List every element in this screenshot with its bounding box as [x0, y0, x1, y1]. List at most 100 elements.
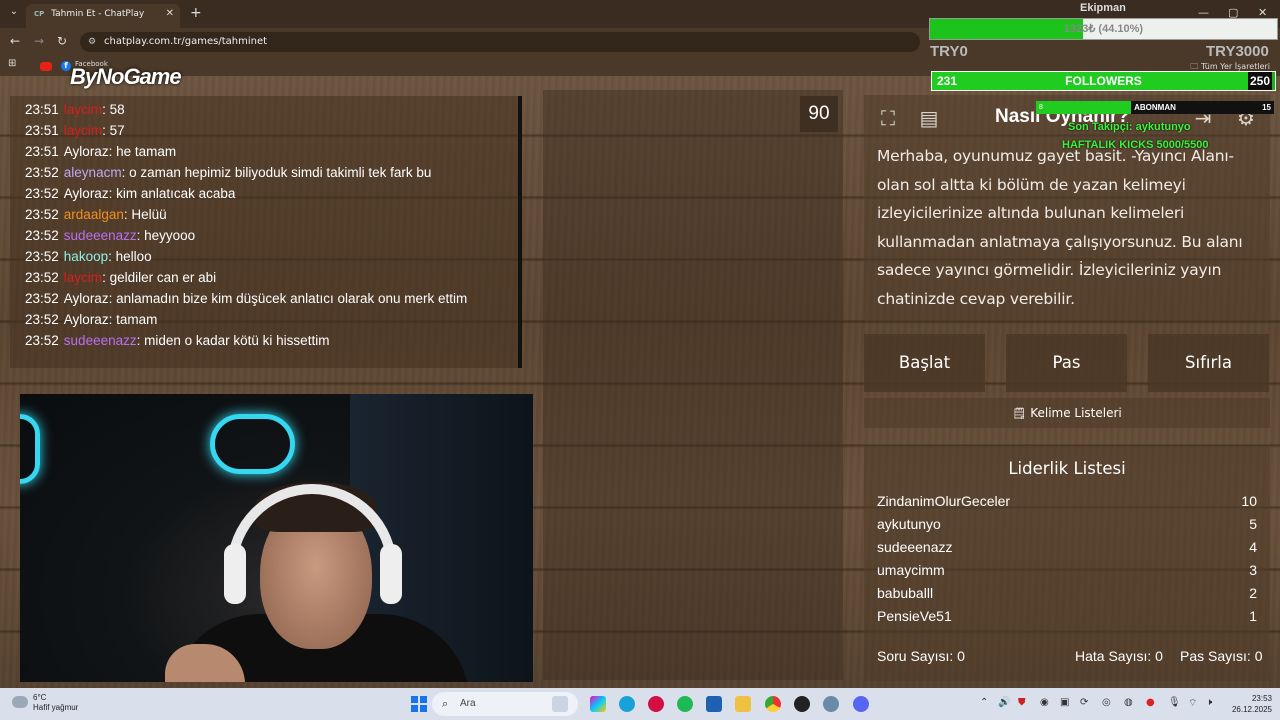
- leaderboard-row: ZindanimOlurGeceler 10: [877, 493, 1257, 515]
- store-icon[interactable]: [706, 696, 722, 712]
- leaderboard-row: babuballl 2: [877, 585, 1257, 607]
- chat-text: : heyyooo: [136, 228, 196, 243]
- tab-tahmin-et[interactable]: CP Tahmin Et - ChatPlay ✕: [26, 4, 180, 28]
- url-field[interactable]: ⚙ chatplay.com.tr/games/tahminet: [80, 32, 920, 52]
- neon-light-right: [210, 414, 295, 474]
- steam-tray-icon[interactable]: ◎: [1102, 697, 1111, 708]
- all-bookmarks-label: Tüm Yer İşaretleri: [1200, 62, 1270, 71]
- chat-message: 23:52 laycim: geldiler can er abi: [25, 267, 518, 288]
- weekly-kicks: HAFTALIK KICKS 5000/5500: [1062, 139, 1209, 151]
- spotify-icon[interactable]: [677, 696, 693, 712]
- chat-username[interactable]: ardaalgan: [64, 207, 124, 222]
- leaderboard-score: 10: [1241, 493, 1257, 509]
- donation-goal-min: TRY0: [930, 43, 968, 60]
- record-tray-icon[interactable]: ●: [1146, 697, 1155, 708]
- widgets-icon[interactable]: [552, 696, 568, 712]
- start-tile: [420, 705, 427, 712]
- folder-icon: 🗀: [1190, 62, 1201, 71]
- shield-tray-icon[interactable]: ⛊: [1018, 697, 1026, 708]
- webcam-feed: [20, 394, 533, 682]
- tab-search-icon[interactable]: ⌄: [6, 6, 22, 22]
- chat-message: 23:51 laycim: 58: [25, 99, 518, 120]
- leaderboard-row: sudeeenazz 4: [877, 539, 1257, 561]
- start-tile: [411, 705, 418, 712]
- reload-icon[interactable]: ↻: [57, 34, 67, 48]
- back-icon[interactable]: ←: [10, 34, 20, 48]
- last-follower: Son Takipçi: aykutunyo: [1068, 121, 1191, 133]
- word-lists-button[interactable]: 🗒 Kelime Listeleri: [864, 398, 1270, 428]
- copilot-icon[interactable]: [590, 696, 606, 712]
- chat-text: : he tamam: [108, 144, 177, 159]
- network-tray-icon[interactable]: ⌔: [1188, 697, 1197, 710]
- chat-username[interactable]: sudeeenazz: [64, 333, 137, 348]
- chat-username[interactable]: Ayloraz: [64, 144, 109, 159]
- leaderboard-score: 3: [1249, 562, 1257, 578]
- leaderboard-row: PensieVe51 1: [877, 608, 1257, 630]
- chat-time: 23:52: [25, 312, 59, 327]
- search-icon: ⌕: [442, 698, 449, 710]
- chat-time: 23:52: [25, 270, 59, 285]
- chat-text: : geldiler can er abi: [102, 270, 217, 285]
- discord-icon[interactable]: [853, 696, 869, 712]
- chat-time: 23:52: [25, 333, 59, 348]
- chat-time: 23:51: [25, 102, 59, 117]
- chat-username[interactable]: Ayloraz: [64, 186, 109, 201]
- subscriber-goal-bar: 8 ABONMAN 15: [1036, 101, 1274, 114]
- chat-username[interactable]: aleynacm: [64, 165, 122, 180]
- clock-date: 26.12.2025: [1231, 705, 1272, 714]
- donation-goal-bar: 1323₺ (44.10%): [929, 18, 1278, 40]
- subscriber-label: ABONMAN: [1134, 103, 1176, 112]
- reset-button[interactable]: Sıfırla: [1148, 334, 1269, 392]
- edge-icon[interactable]: [619, 696, 635, 712]
- weather-widget[interactable]: 6°C Hafif yağmur: [33, 693, 78, 713]
- followers-label: FOLLOWERS: [1065, 74, 1142, 88]
- chrome-icon[interactable]: [765, 696, 781, 712]
- youtube-icon[interactable]: [40, 62, 52, 71]
- chat-message: 23:52 Ayloraz: kim anlatıcak acaba: [25, 183, 518, 204]
- microphone-tray-icon[interactable]: 🎙: [1168, 697, 1181, 708]
- chat-username[interactable]: sudeeenazz: [64, 228, 137, 243]
- app-tray-icon-2[interactable]: ▣: [1060, 697, 1069, 708]
- chat-text: : helloo: [108, 249, 152, 264]
- fullscreen-icon[interactable]: ⛶: [873, 103, 903, 133]
- chat-message: 23:51 Ayloraz: he tamam: [25, 141, 518, 162]
- tab-title: Tahmin Et - ChatPlay: [51, 9, 145, 19]
- start-button[interactable]: Başlat: [864, 334, 985, 392]
- pass-button[interactable]: Pas: [1006, 334, 1127, 392]
- donation-goal-label: Ekipman: [1080, 2, 1126, 14]
- volume-tray-icon[interactable]: 🕨: [1206, 697, 1212, 708]
- leaderboard-score: 2: [1249, 585, 1257, 601]
- chat-username[interactable]: laycim: [64, 270, 102, 285]
- close-tab-icon[interactable]: ✕: [166, 4, 174, 24]
- leaderboard-score: 5: [1249, 516, 1257, 532]
- new-tab-icon[interactable]: +: [190, 5, 202, 21]
- chat-message: 23:52 ardaalgan: Helüü: [25, 204, 518, 225]
- chat-username[interactable]: laycim: [64, 102, 102, 117]
- chat-username[interactable]: hakoop: [64, 249, 108, 264]
- chat-text: : tamam: [108, 312, 158, 327]
- settings-icon[interactable]: [823, 696, 839, 712]
- chat-username[interactable]: Ayloraz: [64, 291, 109, 306]
- chat-username[interactable]: laycim: [64, 123, 102, 138]
- how-to-play-text: Merhaba, oyunumuz gayet basit. -Yayıncı …: [877, 147, 1243, 308]
- site-info-icon[interactable]: ⚙: [88, 32, 96, 52]
- chat-text: : miden o kadar kötü ki hissettim: [136, 333, 330, 348]
- obs-icon[interactable]: [794, 696, 810, 712]
- forward-icon[interactable]: →: [34, 34, 44, 48]
- tray-expand-icon[interactable]: ⌃: [980, 697, 988, 708]
- weather-cloud-icon[interactable]: [12, 696, 28, 708]
- notes-icon[interactable]: ▤: [914, 103, 944, 133]
- chat-username[interactable]: Ayloraz: [64, 312, 109, 327]
- bynogame-logo: ByNoGame: [70, 64, 182, 89]
- sync-tray-icon[interactable]: ⟳: [1080, 697, 1088, 708]
- pass-count: Pas Sayısı: 0: [1180, 648, 1263, 664]
- clock[interactable]: 23:53 26.12.2025: [1228, 693, 1272, 715]
- media-player-icon[interactable]: [648, 696, 664, 712]
- file-explorer-icon[interactable]: [735, 696, 751, 712]
- leaderboard-name: sudeeenazz: [877, 539, 953, 555]
- windows-start-icon[interactable]: [411, 696, 427, 712]
- apps-grid-icon[interactable]: ⊞: [8, 58, 16, 69]
- app-tray-icon-3[interactable]: ◍: [1124, 697, 1133, 708]
- speaker-tray-icon[interactable]: 🔊: [998, 697, 1010, 708]
- app-tray-icon[interactable]: ◉: [1040, 697, 1049, 708]
